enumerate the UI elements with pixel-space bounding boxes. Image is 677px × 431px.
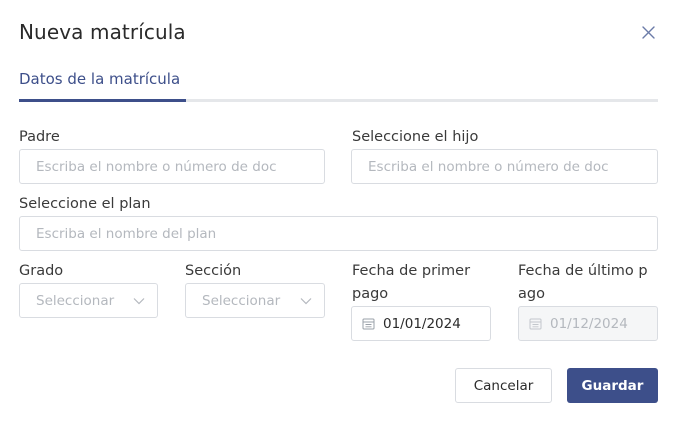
- calendar-icon: [362, 318, 375, 330]
- fecha-ultimo-pago-label-line2: ago: [518, 286, 545, 302]
- calendar-icon: [529, 318, 542, 330]
- chevron-down-icon: [300, 297, 312, 304]
- fecha-primer-pago-input[interactable]: 01/01/2024: [351, 306, 491, 341]
- hijo-label: Seleccione el hijo: [352, 129, 479, 145]
- chevron-down-icon: [133, 297, 145, 304]
- plan-input[interactable]: [19, 216, 658, 251]
- dialog-title: Nueva matrícula: [19, 20, 186, 44]
- seccion-label: Sección: [185, 263, 242, 279]
- fecha-primer-pago-label-line2: pago: [352, 286, 389, 302]
- hijo-input[interactable]: [351, 149, 658, 184]
- fecha-primer-pago-label: Fecha de primer pago: [352, 260, 470, 306]
- save-button[interactable]: Guardar: [567, 368, 658, 403]
- seccion-select[interactable]: Seleccionar: [185, 283, 325, 318]
- seccion-select-value: Seleccionar: [202, 292, 281, 309]
- fecha-ultimo-pago-label-line1: Fecha de último p: [518, 263, 648, 279]
- fecha-ultimo-pago-label: Fecha de último p ago: [518, 260, 648, 306]
- fecha-primer-pago-label-line1: Fecha de primer: [352, 263, 471, 279]
- grado-label: Grado: [19, 263, 64, 279]
- grado-select-value: Seleccionar: [36, 292, 115, 309]
- padre-label: Padre: [19, 129, 60, 145]
- padre-input[interactable]: [19, 149, 325, 184]
- grado-select[interactable]: Seleccionar: [19, 283, 158, 318]
- tab-active-indicator: [19, 99, 186, 102]
- cancel-button[interactable]: Cancelar: [455, 368, 552, 403]
- fecha-ultimo-pago-value: 01/12/2024: [550, 315, 628, 332]
- close-button[interactable]: [638, 22, 660, 44]
- fecha-primer-pago-value: 01/01/2024: [383, 315, 461, 332]
- close-icon: [642, 26, 655, 39]
- plan-label: Seleccione el plan: [19, 196, 151, 212]
- fecha-ultimo-pago-input: 01/12/2024: [518, 306, 658, 341]
- tab-datos-matricula[interactable]: Datos de la matrícula: [19, 70, 180, 88]
